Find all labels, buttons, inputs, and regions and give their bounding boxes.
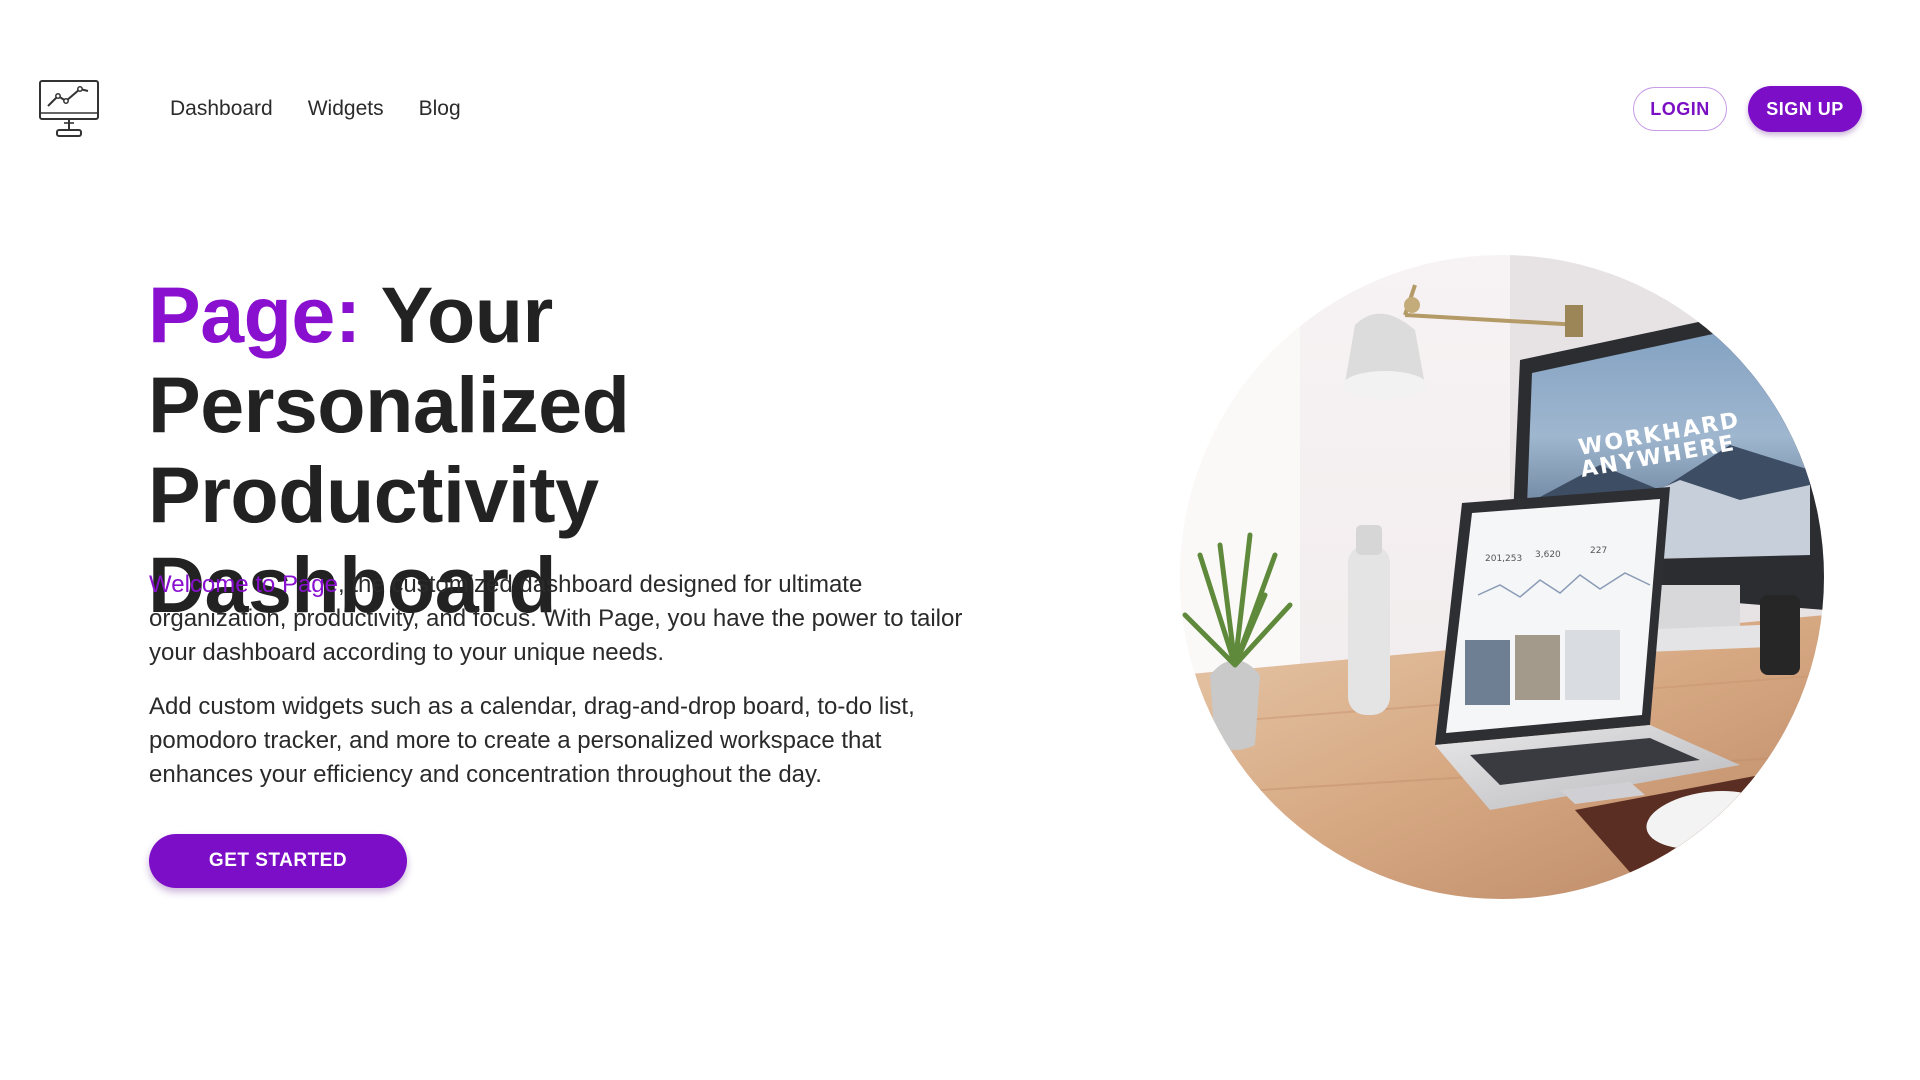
nav-dashboard-link[interactable]: Dashboard	[170, 96, 273, 122]
hero-intro-accent: Welcome to Page	[149, 571, 338, 598]
monitor-chart-icon[interactable]	[38, 78, 102, 142]
nav-blog-link[interactable]: Blog	[419, 96, 461, 122]
signup-button[interactable]: SIGN UP	[1748, 86, 1862, 132]
hero-intro: Welcome to Page, the customized dashboar…	[149, 568, 989, 670]
main-nav: Dashboard Widgets Blog	[170, 96, 461, 122]
hero-image: WORKHARD ANYWHERE 201,253 3,620 227	[1180, 255, 1824, 899]
hero-description: Add custom widgets such as a calendar, d…	[149, 693, 915, 788]
nav-widgets-link[interactable]: Widgets	[308, 96, 384, 122]
laptop-stat-2: 3,620	[1535, 550, 1561, 560]
laptop-stat-3: 227	[1590, 546, 1607, 556]
hero-title-brand: Page:	[148, 270, 361, 359]
login-button[interactable]: LOGIN	[1633, 87, 1727, 131]
laptop-stat-1: 201,253	[1485, 554, 1522, 564]
landing-page: Dashboard Widgets Blog LOGIN SIGN UP Pag…	[0, 0, 1920, 1080]
get-started-button[interactable]: GET STARTED	[149, 834, 407, 888]
